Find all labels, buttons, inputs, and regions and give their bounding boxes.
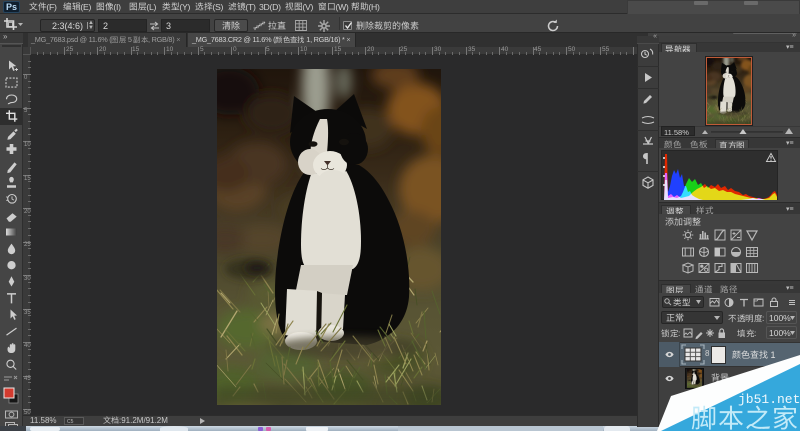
svg-text:jb51.net: jb51.net — [738, 392, 800, 407]
